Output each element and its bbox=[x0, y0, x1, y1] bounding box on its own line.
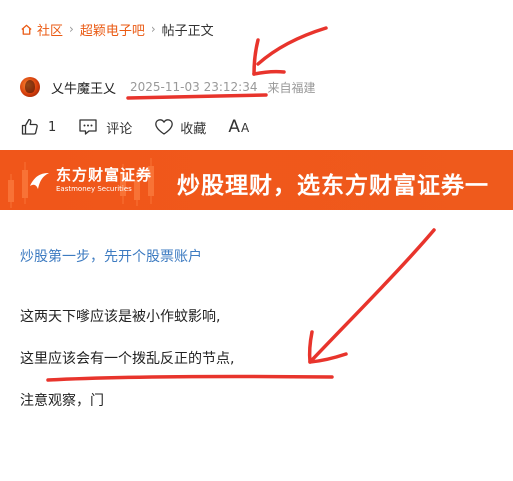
banner-brand-cn: 东方财富证券 bbox=[56, 166, 153, 184]
post-paragraph: 注意观察，门 bbox=[20, 393, 104, 409]
home-icon bbox=[21, 24, 32, 35]
comment-button[interactable]: 评论 bbox=[78, 118, 132, 137]
thumbs-up-icon bbox=[21, 118, 38, 135]
comment-icon bbox=[79, 119, 97, 135]
breadcrumb-home-link[interactable]: 社区 bbox=[37, 20, 63, 39]
favorite-label: 收藏 bbox=[180, 121, 207, 137]
font-size-icon-small: A bbox=[240, 121, 250, 135]
post-time: 2025-11-03 23:12:34 bbox=[130, 80, 258, 94]
avatar[interactable] bbox=[20, 77, 40, 97]
banner-brand-en: Eastmoney Securities bbox=[56, 185, 132, 193]
comment-label: 评论 bbox=[106, 121, 133, 137]
font-size-icon: A bbox=[228, 117, 240, 137]
open-account-link[interactable]: 炒股第一步，先开个股票账户 bbox=[20, 246, 202, 266]
ad-banner[interactable]: 东方财富证券 Eastmoney Securities 炒股理财，选东方财富证券… bbox=[0, 150, 513, 210]
like-button[interactable]: 1 bbox=[20, 117, 56, 137]
action-bar: 1 评论 收藏 A A bbox=[20, 116, 249, 138]
post-paragraph: 这里应该会有一个拨乱反正的节点, bbox=[20, 351, 235, 367]
heart-icon bbox=[155, 119, 174, 135]
chevron-right-icon: › bbox=[69, 22, 74, 36]
font-size-toggle[interactable]: A A bbox=[228, 117, 249, 137]
breadcrumb-bar-link[interactable]: 超颖电子吧 bbox=[80, 20, 145, 39]
banner-slogan: 炒股理财，选东方财富证券一 bbox=[177, 173, 489, 199]
breadcrumb: 社区 › 超颖电子吧 › 帖子正文 bbox=[20, 20, 214, 39]
eastmoney-logo-icon bbox=[30, 172, 49, 189]
post-location: 来自福建 bbox=[267, 80, 316, 95]
post-paragraph: 这两天下嗲应该是被小作蚊影响, bbox=[20, 309, 221, 325]
author-name[interactable]: 乂牛魔王乂 bbox=[51, 78, 116, 97]
like-count: 1 bbox=[48, 119, 57, 135]
eastmoney-logo: 东方财富证券 Eastmoney Securities bbox=[28, 168, 152, 193]
favorite-button[interactable]: 收藏 bbox=[154, 118, 206, 137]
breadcrumb-current: 帖子正文 bbox=[161, 23, 214, 39]
author-row: 乂牛魔王乂 2025-11-03 23:12:34 来自福建 bbox=[20, 77, 315, 97]
chevron-right-icon: › bbox=[150, 22, 156, 36]
